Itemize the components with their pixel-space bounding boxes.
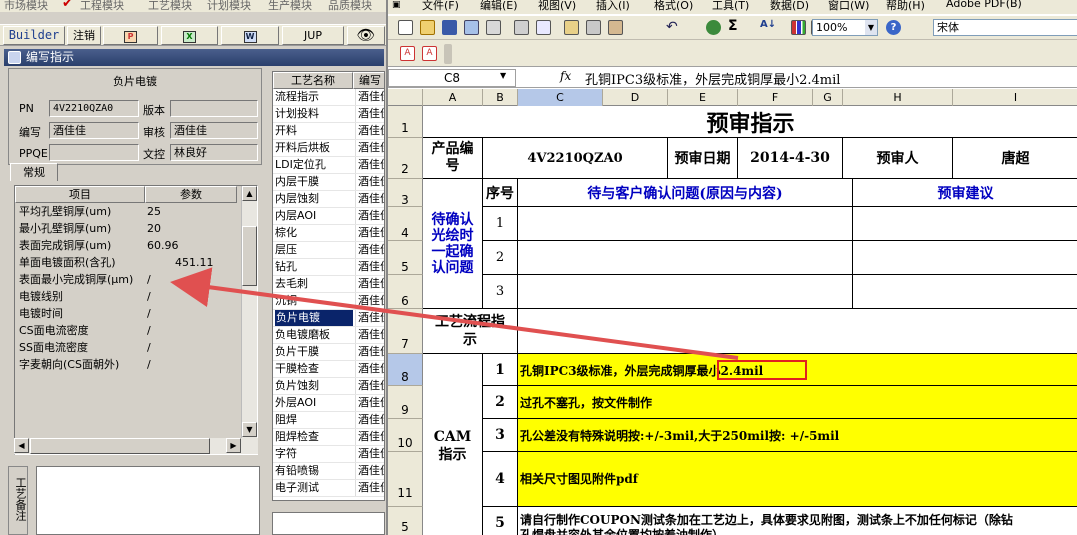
annotation-arrow: [170, 267, 739, 360]
arrow-line: [170, 267, 739, 360]
